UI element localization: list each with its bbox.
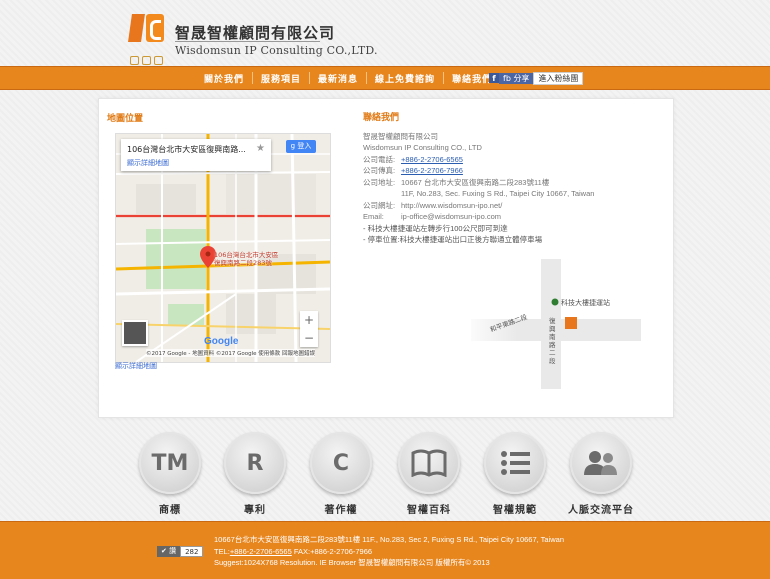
site-header: 智晟智權顧問有限公司 Wisdomsun IP Consulting CO.,L… bbox=[0, 0, 770, 84]
directions-note-2: - 停車位置:科技大樓捷運站出口正後方聯通立體停車場 bbox=[363, 235, 543, 244]
service-label: 著作權 bbox=[324, 505, 358, 516]
logo-dots bbox=[130, 50, 170, 84]
map-info-popup: 106台灣台北市大安區復興南路... 顯示詳細地圖 ★ bbox=[121, 139, 271, 171]
contact-website-row: 公司網址: http://www.wisdomsun-ipo.net/ bbox=[363, 200, 663, 212]
footer-address: 10667台北市大安區復興南路二段283號11樓 11F., No.283, S… bbox=[214, 535, 565, 544]
google-logo: Google bbox=[204, 336, 239, 347]
contact-email-row: Email: ip-office@wisdomsun-ipo.com bbox=[363, 211, 663, 223]
address-en: 11F, No.283, Sec. Fuxing S Rd., Taipei C… bbox=[401, 189, 595, 198]
company-name-en: Wisdomsun IP Consulting CO.,LTD. bbox=[175, 44, 378, 57]
contact-address-row: 公司地址: 10667 台北市大安區復興南路二段283號11樓 bbox=[363, 177, 663, 189]
facebook-icon[interactable]: f bbox=[489, 73, 499, 83]
nav-about[interactable]: 關於我們 bbox=[196, 72, 252, 85]
book-icon-graphic bbox=[411, 449, 447, 477]
fax-label: 公司傳真: bbox=[363, 166, 396, 175]
address-label: 公司地址: bbox=[363, 177, 396, 187]
service-label: 人脈交流平台 bbox=[568, 505, 634, 516]
contact-fax-row: 公司傳真: +886-2-2706-7966 bbox=[363, 165, 663, 177]
fb-fans-button[interactable]: 進入粉絲團 bbox=[533, 71, 584, 85]
phone-link[interactable]: +886-2-2706-6565 bbox=[401, 154, 463, 166]
footer-tel-link[interactable]: +886-2-2706-6565 bbox=[230, 547, 292, 556]
star-icon[interactable]: ★ bbox=[256, 143, 265, 154]
service-copyright[interactable]: C 著作權 bbox=[301, 432, 381, 516]
nav-online-consult[interactable]: 線上免費諮詢 bbox=[367, 72, 443, 85]
people-icon-graphic bbox=[584, 451, 617, 475]
company-name-cn: 智晟智權顧問有限公司 bbox=[175, 24, 336, 42]
map-popup-title: 106台灣台北市大安區復興南路... bbox=[127, 145, 245, 154]
contact-phone-row: 公司電話: +886-2-2706-6565 bbox=[363, 154, 663, 166]
map-signin-button[interactable]: g 登入 bbox=[286, 140, 316, 153]
website-label: 公司網址: bbox=[363, 200, 396, 210]
service-label: 專利 bbox=[244, 505, 266, 516]
contact-company-cn: 智晟智權顧問有限公司 bbox=[363, 131, 438, 141]
map-pin-label-line2: 復興南路二段283號 bbox=[214, 259, 272, 267]
email-label: Email: bbox=[363, 212, 384, 221]
address-cn: 10667 台北市大安區復興南路二段283號11樓 bbox=[401, 177, 550, 187]
fax-link[interactable]: +886-2-2706-7966 bbox=[401, 165, 463, 177]
minimap-station-label: 科技大樓捷運站 bbox=[561, 298, 610, 307]
r-icon[interactable]: R bbox=[224, 432, 286, 494]
nav-menu: 關於我們 服務項目 最新消息 線上免費諮詢 聯絡我們 bbox=[196, 67, 500, 89]
service-label: 智權規範 bbox=[493, 505, 537, 516]
contact-company-en: Wisdomsun IP Consulting CO., LTD bbox=[363, 143, 482, 152]
minimap-road2-label: 復興南路二段 bbox=[549, 317, 556, 365]
service-label: 商標 bbox=[159, 505, 181, 516]
main-navbar: 關於我們 服務項目 最新消息 線上免費諮詢 聯絡我們 f fb 分享 進入粉絲團 bbox=[0, 66, 770, 90]
map-popup-link[interactable]: 顯示詳細地圖 bbox=[127, 158, 169, 168]
contact-title: 聯絡我們 bbox=[363, 113, 400, 123]
phone-label: 公司電話: bbox=[363, 154, 396, 164]
nav-services[interactable]: 服務項目 bbox=[253, 72, 309, 85]
service-trademark[interactable]: TM 商標 bbox=[130, 432, 210, 516]
service-icons: TM 商標 R 專利 C 著作權 智權百科 智權規範 人脈交流平台 bbox=[130, 432, 660, 516]
tm-icon[interactable]: TM bbox=[139, 432, 201, 494]
contact-section: 聯絡我們 智晟智權顧問有限公司 Wisdomsun IP Consulting … bbox=[363, 113, 663, 246]
main-content-panel: 地圖位置 106台灣台北市大安區 復興南路二段283號 106台灣台北市大安區復… bbox=[98, 98, 674, 418]
satellite-thumbnail[interactable] bbox=[122, 320, 148, 346]
zoom-in-button[interactable]: + bbox=[300, 311, 318, 329]
google-plus-icon: g bbox=[290, 142, 296, 150]
footer-fax: FAX:+886-2-2706-7966 bbox=[291, 546, 373, 556]
map-zoom-control: + − bbox=[300, 311, 318, 347]
like-counter[interactable]: ✔ 讚 282 bbox=[157, 546, 204, 557]
book-icon[interactable] bbox=[398, 432, 460, 494]
company-logo[interactable] bbox=[128, 14, 166, 48]
service-networking[interactable]: 人脈交流平台 bbox=[561, 432, 641, 516]
service-label: 智權百科 bbox=[407, 505, 451, 516]
logo-mark-left bbox=[128, 14, 145, 42]
list-icon-graphic bbox=[501, 451, 530, 475]
website-url[interactable]: http://www.wisdomsun-ipo.net/ bbox=[401, 200, 502, 212]
like-count: 282 bbox=[180, 546, 204, 557]
site-footer: ✔ 讚 282 10667台北市大安區復興南路二段283號11樓 11F., N… bbox=[0, 521, 770, 579]
map-pin-label: 106台灣台北市大安區 復興南路二段283號 bbox=[214, 251, 278, 267]
people-icon[interactable] bbox=[570, 432, 632, 494]
email-address[interactable]: ip-office@wisdomsun-ipo.com bbox=[401, 211, 501, 223]
like-button[interactable]: ✔ 讚 bbox=[157, 546, 181, 557]
service-patent[interactable]: R 專利 bbox=[215, 432, 295, 516]
map-section-title: 地圖位置 bbox=[107, 114, 144, 124]
company-name-divider bbox=[175, 41, 320, 42]
facebook-share: f fb 分享 進入粉絲團 bbox=[489, 71, 584, 85]
footer-contact: TEL:+886-2-2706-6565 FAX:+886-2-2706-796… bbox=[214, 546, 564, 558]
service-ip-encyclopedia[interactable]: 智權百科 bbox=[389, 432, 469, 516]
map-copyright: ©2017 Google - 地圖資料 ©2017 Google 使用條款 回報… bbox=[146, 349, 316, 357]
google-map[interactable]: 106台灣台北市大安區 復興南路二段283號 106台灣台北市大安區復興南路..… bbox=[115, 133, 331, 363]
directions-note-1: - 科技大樓捷運站左轉步行100公尺即可到達 bbox=[363, 223, 508, 233]
footer-tel-label: TEL: bbox=[214, 546, 230, 556]
footer-copyright: Suggest:1024X768 Resolution. IE Browser … bbox=[214, 558, 490, 567]
map-pin-label-line1: 106台灣台北市大安區 bbox=[214, 251, 279, 259]
map-signin-label: 登入 bbox=[297, 142, 312, 150]
view-larger-map-link[interactable]: 顯示詳細地圖 bbox=[115, 361, 157, 371]
service-ip-regulations[interactable]: 智權規範 bbox=[475, 432, 555, 516]
logo-mark-right bbox=[146, 14, 164, 42]
nav-news[interactable]: 最新消息 bbox=[310, 72, 366, 85]
c-icon[interactable]: C bbox=[310, 432, 372, 494]
company-name: 智晟智權顧問有限公司 Wisdomsun IP Consulting CO.,L… bbox=[175, 22, 378, 57]
fb-share-button[interactable]: fb 分享 bbox=[499, 72, 534, 84]
footer-info: 10667台北市大安區復興南路二段283號11樓 11F., No.283, S… bbox=[214, 534, 564, 569]
list-icon[interactable] bbox=[484, 432, 546, 494]
zoom-out-button[interactable]: − bbox=[300, 329, 318, 347]
